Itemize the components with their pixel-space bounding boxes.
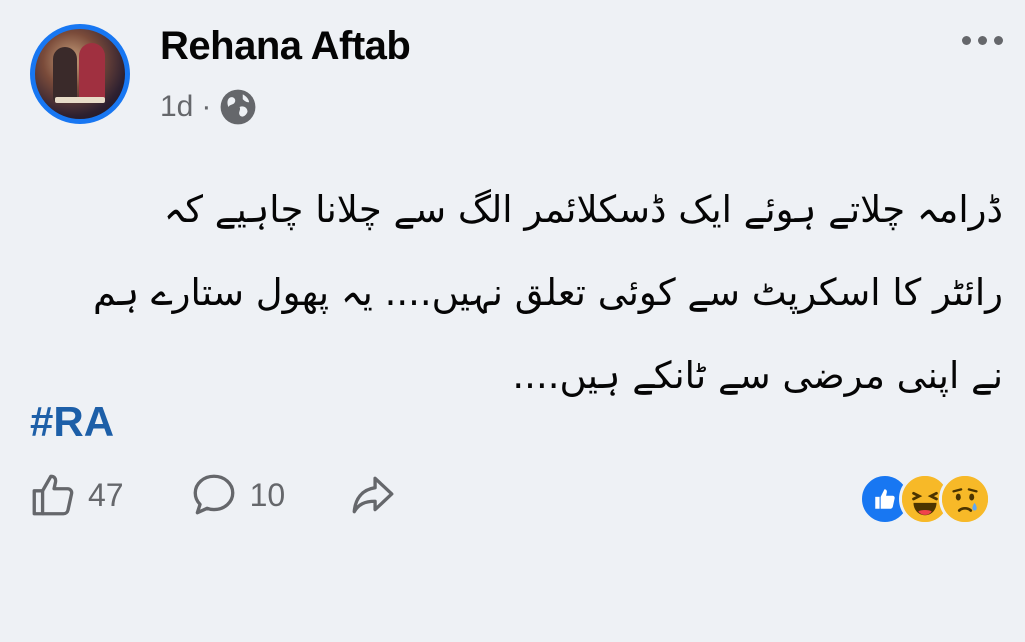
avatar[interactable] (30, 24, 130, 124)
post-text-line: رائٹر کا اسکرپٹ سے کوئی تعلق نہیں.... یہ… (92, 271, 1003, 314)
meta-separator: · (201, 90, 212, 123)
avatar-caption (55, 97, 105, 103)
more-options-button[interactable] (962, 36, 1003, 45)
post-timestamp[interactable]: 1d (160, 90, 193, 124)
dot-icon (978, 36, 987, 45)
crying-face-icon (942, 476, 988, 522)
author-name[interactable]: Rehana Aftab (160, 24, 411, 69)
share-button[interactable] (347, 470, 399, 520)
comment-button[interactable]: 10 (188, 470, 286, 520)
post-meta: 1d · (160, 88, 257, 126)
post-text-line: نے اپنی مرضی سے ٹانکے ہیں.... (512, 354, 1003, 397)
post-text: ڈرامہ چلاتے ہوئے ایک ڈسکلائمر الگ سے چلا… (22, 168, 1003, 417)
comment-count: 10 (249, 476, 286, 513)
thumbs-up-icon (875, 489, 895, 509)
avatar-figure (79, 43, 105, 103)
avatar-figure (53, 47, 77, 102)
dot-icon (994, 36, 1003, 45)
action-bar: 47 10 (28, 470, 399, 520)
like-button[interactable]: 47 (28, 470, 124, 520)
sad-icon (939, 473, 991, 525)
post-text-line: ڈرامہ چلاتے ہوئے ایک ڈسکلائمر الگ سے چلا… (163, 188, 1003, 231)
comment-icon (193, 474, 235, 515)
thumbs-up-icon (32, 474, 74, 516)
reactions-summary[interactable] (859, 473, 991, 525)
dot-icon (962, 36, 971, 45)
like-count: 47 (88, 476, 124, 513)
share-icon (352, 476, 394, 514)
hashtag-link[interactable]: #RA (30, 398, 114, 446)
globe-icon (220, 89, 256, 125)
